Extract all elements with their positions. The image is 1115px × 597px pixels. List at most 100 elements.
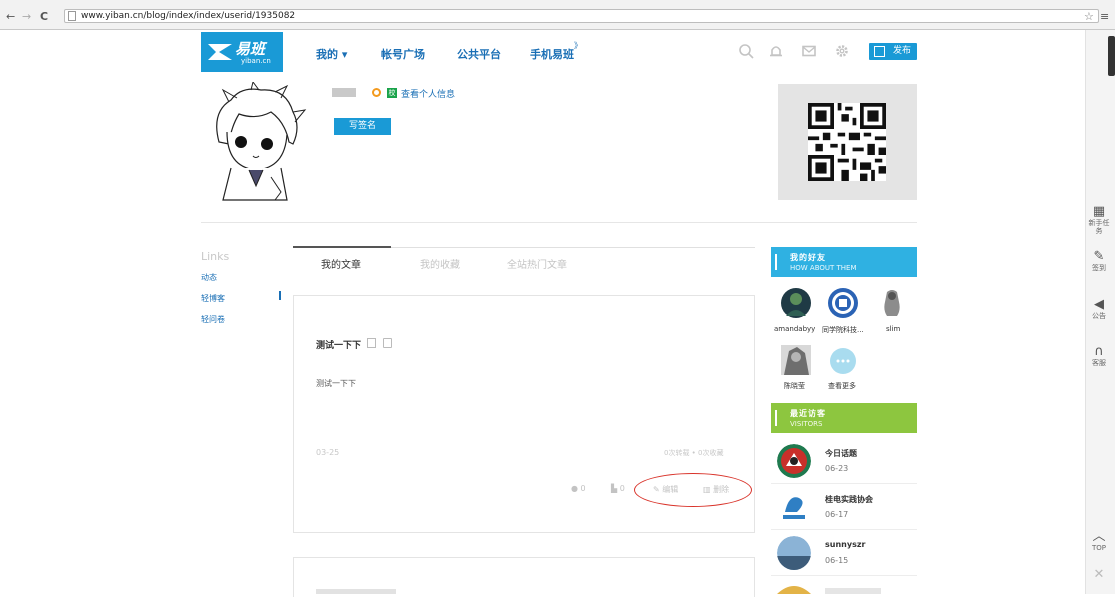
user-avatar[interactable]	[201, 82, 311, 202]
more-icon[interactable]	[830, 348, 856, 374]
task-icon: ▦	[1092, 204, 1106, 219]
visitor-date: 06-17	[825, 510, 849, 519]
bookmark-star-icon[interactable]: ☆	[1084, 10, 1094, 23]
back-to-top[interactable]: ︿ TOP	[1086, 529, 1112, 553]
reload-icon[interactable]: C	[40, 10, 48, 23]
comment-count: 0	[580, 484, 586, 493]
yiban-logo[interactable]: 易班 yiban.cn	[201, 32, 283, 72]
friends-widget-header: 我的好友 HOW ABOUT THEM	[771, 247, 917, 277]
page-icon	[68, 11, 76, 21]
forward-icon[interactable]: →	[22, 10, 31, 23]
tab-my-favorites[interactable]: 我的收藏	[420, 256, 460, 271]
publish-label: 发布	[892, 46, 911, 56]
nav-mine[interactable]: 我的 ▾	[316, 46, 347, 62]
friend-name[interactable]: 陈晓莹	[784, 381, 805, 391]
visitor-avatar	[777, 444, 811, 478]
friend-name[interactable]: amandabyy	[774, 325, 815, 333]
visitor-avatar-cut	[777, 586, 811, 594]
like-action[interactable]: ▙ 0	[611, 484, 625, 493]
links-title: Links	[201, 250, 230, 263]
visitors-widget-header: 最近访客 VISITORS	[771, 403, 917, 433]
checkin-icon: ✎	[1093, 249, 1105, 264]
bell-icon[interactable]	[768, 43, 784, 59]
visitors-subtitle: VISITORS	[790, 420, 823, 428]
header-bar	[775, 410, 777, 426]
post-date: 03-25	[316, 448, 340, 457]
wifi-signal-icon: 》	[574, 41, 582, 50]
post-title-cut	[316, 589, 396, 594]
logo-text: 易班	[235, 40, 266, 58]
back-icon[interactable]: ←	[6, 10, 15, 23]
nav-public-platform[interactable]: 公共平台	[457, 46, 501, 62]
post-body: 测试一下下	[316, 379, 356, 388]
visitor-date: 06-23	[825, 464, 849, 473]
rail-handle[interactable]	[1108, 36, 1115, 76]
profile-divider	[201, 222, 917, 223]
view-more-friends-link[interactable]: 查看更多	[828, 381, 856, 391]
logo-subtext: yiban.cn	[241, 57, 271, 65]
visitor-item[interactable]: sunnyszr 06-15	[771, 530, 917, 576]
friend-avatar[interactable]	[781, 288, 811, 318]
friend-avatar[interactable]	[828, 288, 858, 318]
comment-action[interactable]: ● 0	[571, 484, 586, 493]
link-light-survey[interactable]: 轻问卷	[201, 314, 225, 325]
close-icon: ✕	[1093, 567, 1105, 582]
visitor-name: 今日话题	[825, 449, 857, 458]
header-bar	[775, 254, 777, 270]
friends-subtitle: HOW ABOUT THEM	[790, 264, 857, 272]
rail-label: 公告	[1092, 312, 1106, 320]
search-icon[interactable]	[738, 43, 754, 59]
view-profile-link[interactable]: 查看个人信息	[401, 87, 455, 100]
comment-icon: ●	[571, 484, 581, 493]
qr-code-icon	[808, 103, 886, 181]
visitor-date: 06-15	[825, 556, 849, 565]
gear-icon[interactable]	[834, 43, 850, 59]
rail-support[interactable]: ∩ 客服	[1086, 344, 1112, 368]
address-bar[interactable]: www.yiban.cn/blog/index/index/userid/193…	[64, 9, 1099, 23]
publish-button[interactable]: 发布	[869, 43, 917, 60]
link-activity[interactable]: 动态	[201, 272, 217, 283]
visitor-name: 桂电实践协会	[825, 495, 873, 504]
nav-mobile-yiban[interactable]: 手机易班	[530, 46, 574, 62]
tab-my-articles[interactable]: 我的文章	[321, 256, 361, 271]
rail-announcement[interactable]: ◀ 公告	[1086, 297, 1112, 321]
speaker-icon: ◀	[1094, 297, 1104, 312]
rail-close[interactable]: ✕	[1086, 568, 1112, 582]
rail-label: TOP	[1091, 544, 1106, 552]
friend-name[interactable]: 同学院科技...	[822, 325, 864, 335]
rail-newbie-task[interactable]: ▦ 新手任务	[1086, 204, 1112, 236]
edit-square-icon	[874, 46, 885, 57]
school-badge-icon: 校	[387, 88, 397, 98]
visitor-name-cut	[825, 588, 881, 594]
mail-icon[interactable]	[801, 43, 817, 59]
rail-label: 客服	[1092, 359, 1106, 367]
friend-avatar[interactable]	[877, 288, 907, 318]
username-blurred	[332, 88, 356, 97]
friends-title: 我的好友	[790, 253, 826, 262]
chevron-up-icon: ︿	[1092, 529, 1106, 544]
headset-icon: ∩	[1094, 344, 1104, 359]
visitors-title: 最近访客	[790, 409, 826, 418]
active-indicator	[279, 291, 281, 300]
visitor-item[interactable]: 今日话题 06-23	[771, 438, 917, 484]
visitor-avatar	[777, 536, 811, 570]
like-count: 0	[619, 484, 625, 493]
rail-label: 新手任务	[1088, 219, 1110, 235]
browser-toolbar: ← → C www.yiban.cn/blog/index/index/user…	[0, 0, 1115, 30]
friend-avatar[interactable]	[781, 345, 811, 375]
post-title[interactable]: 测试一下下	[316, 338, 361, 351]
highlight-ellipse	[634, 473, 752, 507]
browser-menu-icon[interactable]: ≡	[1100, 10, 1109, 23]
rail-checkin[interactable]: ✎ 签到	[1086, 249, 1112, 273]
write-signature-button[interactable]: 写签名	[334, 118, 391, 135]
visitor-item[interactable]: 桂电实践协会 06-17	[771, 484, 917, 530]
url-text: www.yiban.cn/blog/index/index/userid/193…	[81, 11, 296, 21]
visitor-name: sunnyszr	[825, 540, 866, 549]
tab-site-hot-articles[interactable]: 全站热门文章	[507, 256, 567, 271]
nav-account-plaza[interactable]: 帐号广场	[381, 46, 425, 62]
link-light-blog[interactable]: 轻博客	[201, 293, 225, 304]
post-stats: 0次转载 • 0次收藏	[664, 449, 724, 457]
level-badge-icon	[372, 88, 381, 97]
rail-label: 签到	[1092, 264, 1106, 272]
friend-name[interactable]: slim	[886, 325, 900, 333]
